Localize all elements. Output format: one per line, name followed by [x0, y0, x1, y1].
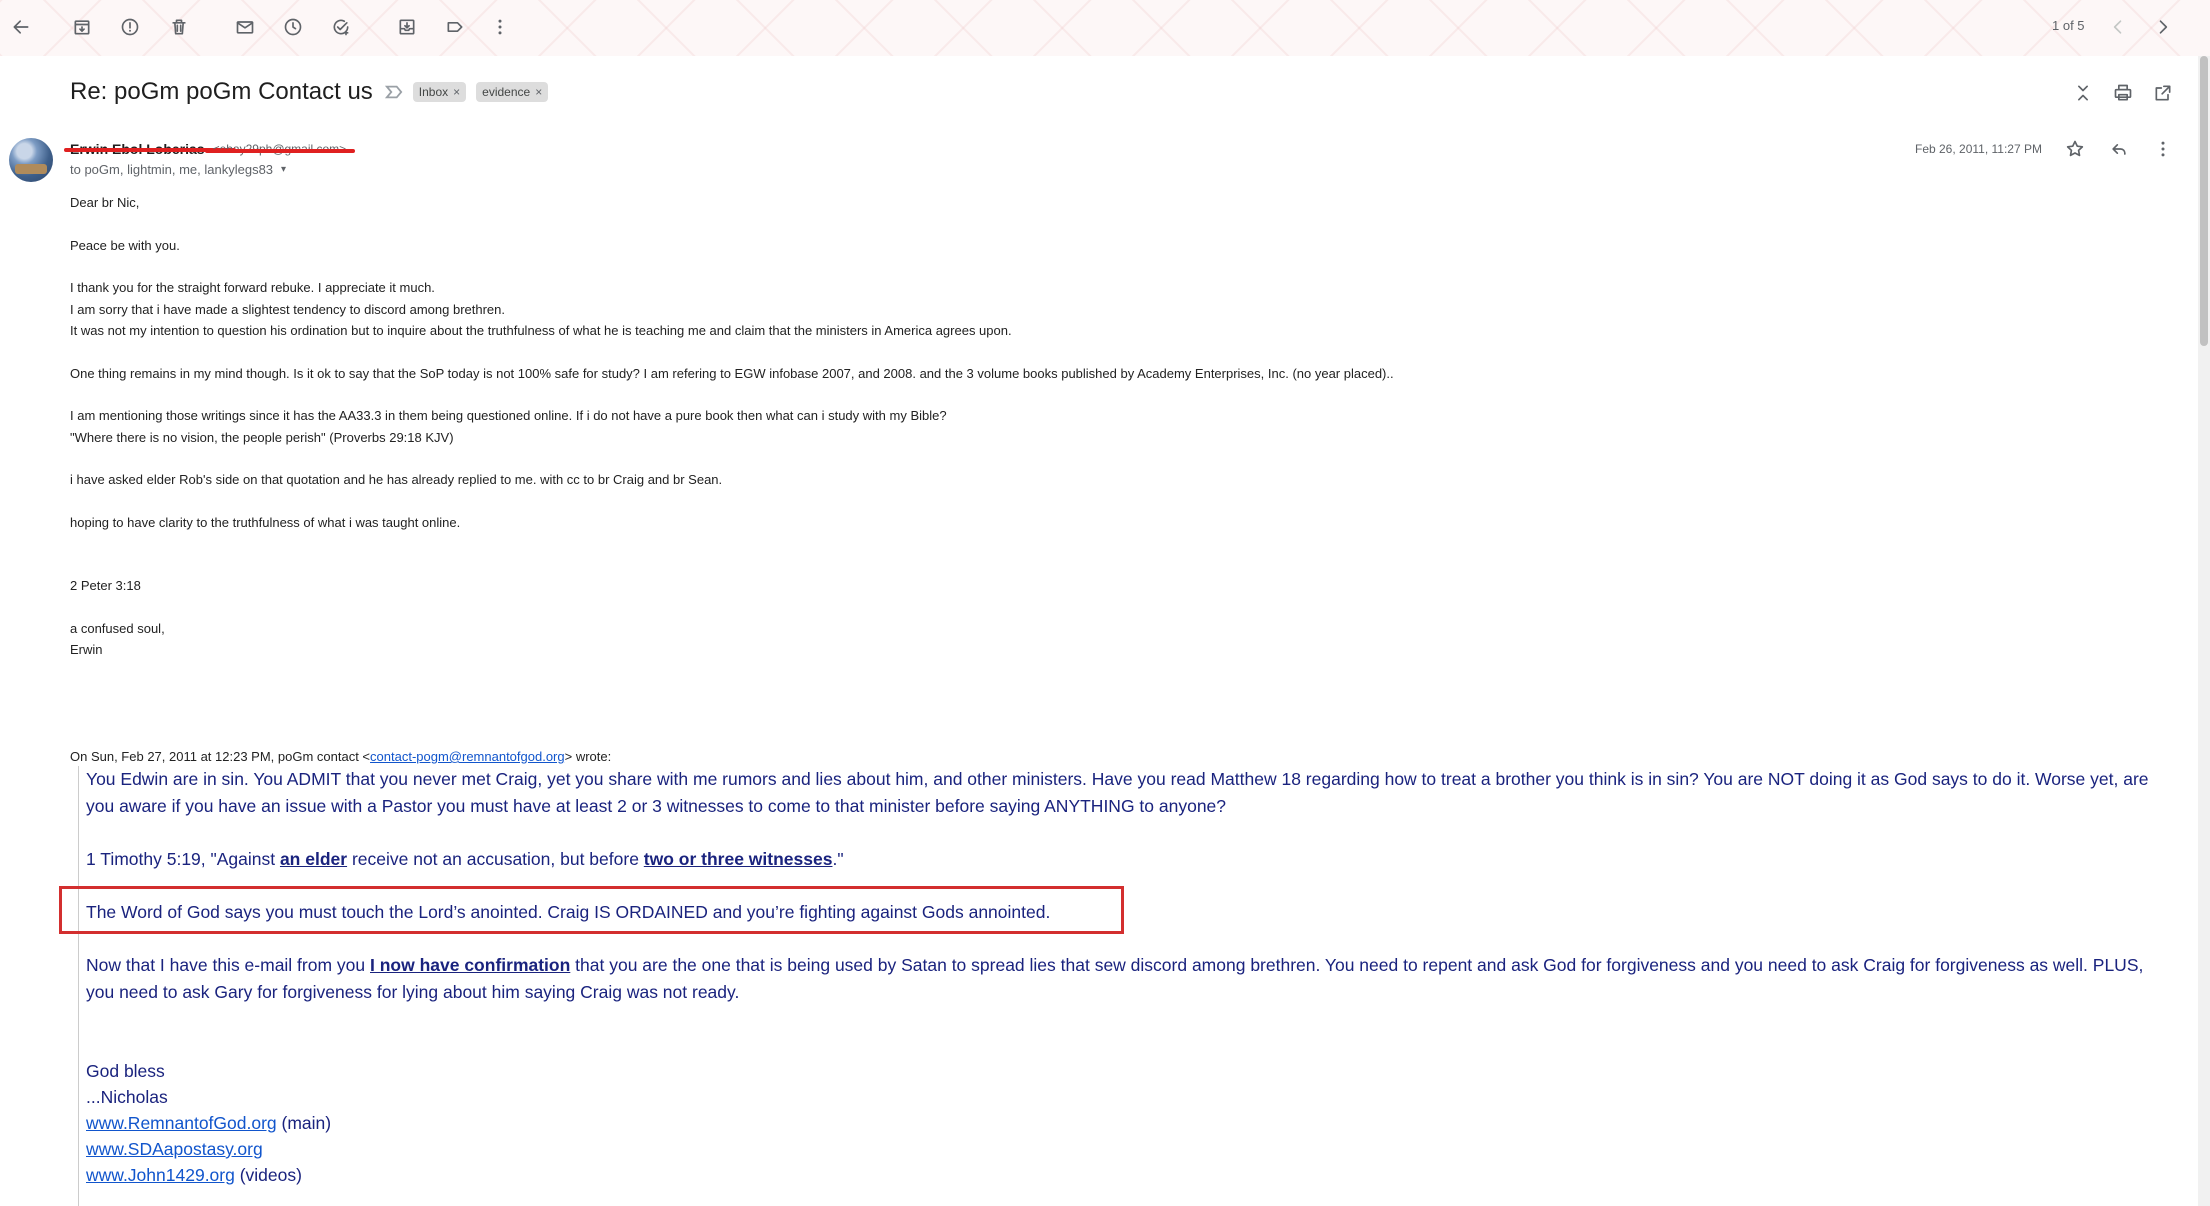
remove-label-icon[interactable]: ×: [535, 85, 542, 99]
sender-avatar[interactable]: [9, 138, 53, 182]
sender-name[interactable]: Erwin Ebol Loberias: [64, 141, 236, 157]
confirmation-link[interactable]: I now have confirmation: [370, 955, 570, 975]
print-icon[interactable]: [2108, 78, 2138, 108]
body-line: Peace be with you.: [70, 237, 180, 253]
sender-line: Erwin Ebol Loberias <ebay29ph@gmail.com>: [64, 140, 355, 158]
an-elder-link[interactable]: an elder: [280, 849, 347, 869]
subject-row: Re: poGm poGm Contact us Inbox × evidenc…: [70, 76, 549, 108]
quote-signature: God bless ...Nicholas www.RemnantofGod.o…: [86, 1058, 2170, 1188]
back-arrow-icon[interactable]: [6, 12, 36, 42]
more-vert-icon[interactable]: [2148, 134, 2178, 164]
quoted-message: You Edwin are in sin. You ADMIT that you…: [78, 766, 2170, 1206]
gmail-message-view: 1 of 5 Re: poGm poGm Contact us Inbox × …: [0, 0, 2210, 1206]
more-vert-icon[interactable]: [485, 12, 515, 42]
remove-label-icon[interactable]: ×: [453, 85, 460, 99]
quote-email-link[interactable]: contact-pogm@remnantofgod.org: [370, 749, 565, 764]
reply-icon[interactable]: [2104, 134, 2134, 164]
quote-paragraph: 1 Timothy 5:19, "Against an elder receiv…: [86, 849, 844, 869]
two-or-three-witnesses-link[interactable]: two or three witnesses: [644, 849, 833, 869]
star-icon[interactable]: [2060, 134, 2090, 164]
open-new-window-icon[interactable]: [2148, 78, 2178, 108]
pager-count: 1 of 5: [2052, 18, 2085, 33]
signature-line: www.John1429.org (videos): [86, 1165, 302, 1185]
highlight-annotation-box: [59, 886, 1124, 934]
label-chip-text: evidence: [482, 85, 531, 99]
report-spam-icon[interactable]: [115, 12, 145, 42]
add-to-tasks-icon[interactable]: [326, 12, 356, 42]
sdaapostasy-link[interactable]: www.SDAapostasy.org: [86, 1139, 263, 1159]
signature-line: God bless: [86, 1061, 165, 1081]
importance-marker-icon[interactable]: [384, 83, 403, 101]
archive-icon[interactable]: [67, 12, 97, 42]
delete-icon[interactable]: [164, 12, 194, 42]
quote-paragraph: You Edwin are in sin. You ADMIT that you…: [86, 769, 2149, 816]
labels-icon[interactable]: [440, 12, 470, 42]
body-line: It was not my intention to question his …: [70, 323, 1012, 338]
newer-chevron-left-icon[interactable]: [2103, 12, 2133, 42]
body-line: I thank you for the straight forward reb…: [70, 280, 435, 295]
body-greeting: Dear br Nic,: [70, 195, 140, 210]
signature-line: www.SDAapostasy.org: [86, 1136, 2170, 1162]
show-details-caret-icon[interactable]: ▾: [281, 164, 286, 175]
recipients-line: to poGm, lightmin, me, lankylegs83 ▾: [70, 162, 286, 177]
remnantofgod-link[interactable]: www.RemnantofGod.org: [86, 1113, 277, 1133]
older-chevron-right-icon[interactable]: [2148, 12, 2178, 42]
expand-all-icon[interactable]: [2068, 78, 2098, 108]
label-chip-inbox: Inbox ×: [412, 82, 467, 102]
body-signoff: Erwin: [70, 642, 103, 657]
john1429-link[interactable]: www.John1429.org: [86, 1165, 235, 1185]
body-line: One thing remains in my mind though. Is …: [70, 365, 1394, 381]
body-line: I am sorry that i have made a slightest …: [70, 301, 506, 317]
quote-paragraph: Now that I have this e-mail from you I n…: [86, 955, 2144, 1002]
signature-line: ...Nicholas: [86, 1087, 168, 1107]
recipients-text: to poGm, lightmin, me, lankylegs83: [70, 162, 274, 177]
message-date: Feb 26, 2011, 11:27 PM: [1915, 142, 2042, 156]
scrollbar-thumb[interactable]: [2200, 56, 2208, 346]
label-chip-text: Inbox: [418, 85, 449, 99]
sender-email: <ebay29ph@gmail.com>: [204, 142, 355, 156]
redaction-mark: [204, 149, 355, 153]
body-line: i have asked elder Rob's side on that qu…: [70, 472, 723, 487]
body-line: "Where there is no vision, the people pe…: [70, 429, 454, 445]
body-verse: 2 Peter 3:18: [70, 578, 141, 593]
signature-line: www.RemnantofGod.org (main): [86, 1113, 332, 1133]
body-line: hoping to have clarity to the truthfulne…: [70, 514, 461, 530]
mark-unread-icon[interactable]: [230, 12, 260, 42]
message-body: Dear br Nic, Peace be with you. I thank …: [70, 192, 2170, 661]
snooze-icon[interactable]: [278, 12, 308, 42]
subject-title: Re: poGm poGm Contact us: [70, 78, 373, 105]
move-to-icon[interactable]: [392, 12, 422, 42]
label-chip-evidence: evidence ×: [476, 82, 549, 102]
message-toolbar: 1 of 5: [0, 0, 2210, 56]
body-line: I am mentioning those writings since it …: [70, 408, 947, 423]
quote-attribution: On Sun, Feb 27, 2011 at 12:23 PM, poGm c…: [70, 749, 612, 764]
body-closing: a confused soul,: [70, 620, 165, 636]
